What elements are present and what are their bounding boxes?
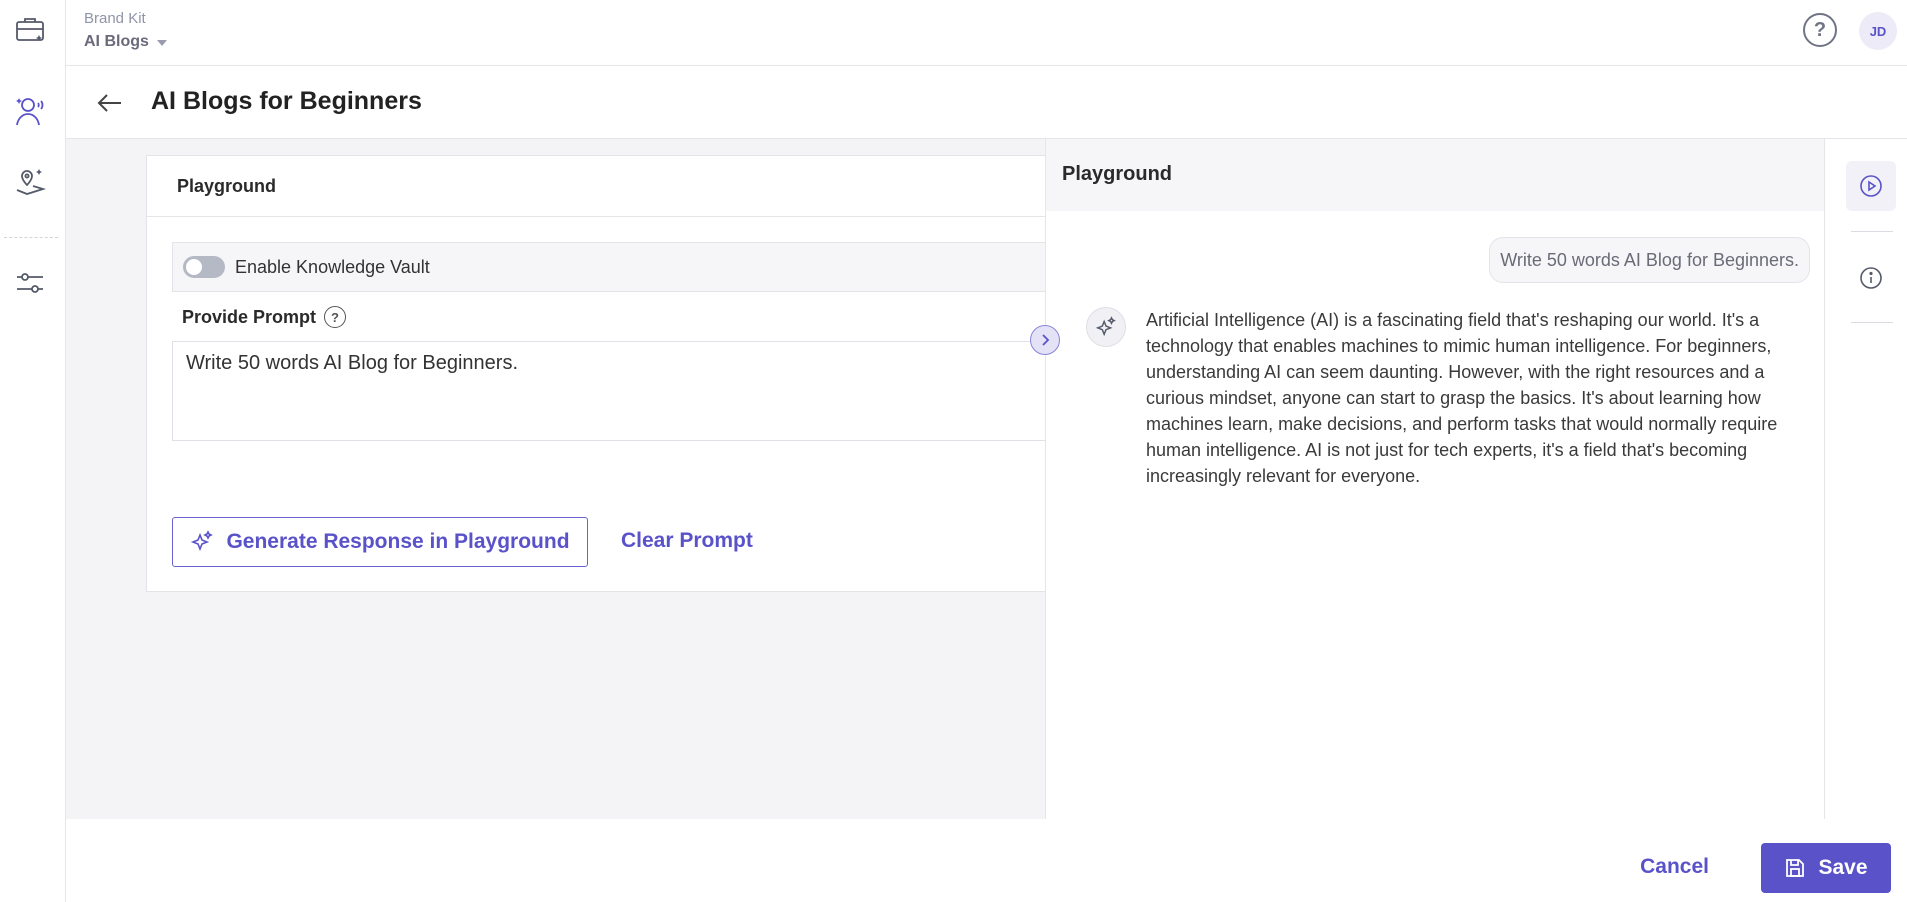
page-title-bar: AI Blogs for Beginners <box>66 67 1907 139</box>
avatar[interactable]: JD <box>1859 12 1897 50</box>
top-header: Brand Kit AI Blogs ? JD <box>66 0 1907 66</box>
knowledge-vault-toggle[interactable] <box>183 256 225 278</box>
page-title: AI Blogs for Beginners <box>151 87 422 115</box>
right-toolbar <box>1826 139 1907 819</box>
breadcrumb-current-dropdown[interactable]: AI Blogs <box>84 33 167 51</box>
main-area: Playground Enable Knowledge Vault Provid… <box>66 139 1077 819</box>
playground-panel: Playground Write 50 words AI Blog for Be… <box>1045 139 1825 819</box>
right-toolbar-divider <box>1851 322 1893 323</box>
right-toolbar-divider <box>1851 231 1893 232</box>
prompt-label-row: Provide Prompt ? <box>182 306 347 328</box>
cancel-button[interactable]: Cancel <box>1640 855 1709 879</box>
chevron-right-icon <box>1042 334 1050 346</box>
panel-collapse-button[interactable] <box>1030 325 1060 355</box>
briefcase-icon[interactable] <box>13 12 47 46</box>
knowledge-vault-row: Enable Knowledge Vault <box>172 242 1077 292</box>
generate-response-label: Generate Response in Playground <box>226 530 570 553</box>
breadcrumb-current-label: AI Blogs <box>84 33 149 50</box>
help-icon[interactable]: ? <box>1803 13 1837 47</box>
chevron-down-icon <box>156 40 167 46</box>
card-title: Playground <box>147 156 1076 217</box>
ai-response-text: Artificial Intelligence (AI) is a fascin… <box>1146 310 1778 486</box>
playground-title: Playground <box>1046 139 1824 211</box>
sliders-icon[interactable] <box>13 266 47 300</box>
prompt-card: Playground Enable Knowledge Vault Provid… <box>146 155 1077 592</box>
back-arrow-icon[interactable] <box>96 89 124 117</box>
prompt-input[interactable]: Write 50 words AI Blog for Beginners. <box>172 341 1077 441</box>
info-icon[interactable] <box>1846 253 1896 303</box>
prompt-label: Provide Prompt <box>182 306 317 327</box>
voice-persona-icon[interactable] <box>13 94 47 128</box>
save-label: Save <box>1818 856 1868 879</box>
knowledge-vault-label: Enable Knowledge Vault <box>235 256 430 277</box>
sidebar-divider <box>4 237 58 238</box>
question-icon[interactable]: ? <box>324 306 347 328</box>
play-icon[interactable] <box>1846 161 1896 211</box>
generate-response-button[interactable]: Generate Response in Playground <box>172 517 588 567</box>
user-message-bubble: Write 50 words AI Blog for Beginners. <box>1489 237 1810 283</box>
clear-prompt-button[interactable]: Clear Prompt <box>621 529 753 553</box>
left-sidebar <box>0 0 66 902</box>
breadcrumb-parent[interactable]: Brand Kit <box>84 10 146 27</box>
location-magic-icon[interactable] <box>13 165 47 199</box>
footer-bar: Cancel Save <box>66 819 1907 902</box>
save-button[interactable]: Save <box>1761 843 1891 893</box>
save-icon <box>1786 859 1805 877</box>
ai-sparkle-icon <box>1086 307 1126 347</box>
sparkle-icon <box>191 530 214 552</box>
